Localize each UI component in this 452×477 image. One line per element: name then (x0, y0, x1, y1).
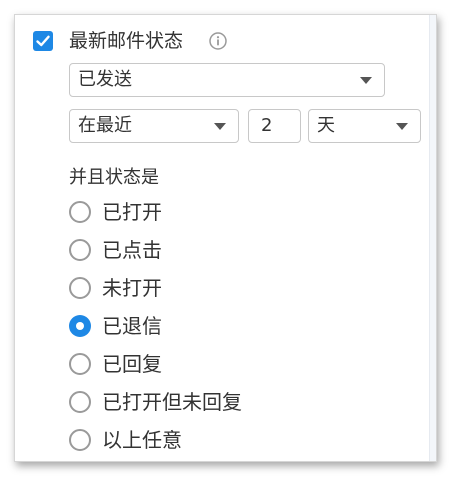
radio-button[interactable] (69, 391, 91, 413)
radio-button[interactable] (69, 353, 91, 375)
checkmark-icon (36, 35, 50, 47)
radio-label: 以上任意 (102, 428, 182, 452)
time-unit-select[interactable]: 天 (308, 109, 421, 143)
radio-button[interactable] (69, 239, 91, 261)
chevron-down-icon (396, 123, 408, 130)
radio-label: 已打开 (102, 200, 162, 224)
info-icon[interactable] (209, 32, 227, 50)
time-range-select[interactable]: 在最近 (69, 109, 239, 143)
radio-label: 未打开 (102, 276, 162, 300)
radio-label: 已打开但未回复 (102, 390, 242, 414)
filter-title: 最新邮件状态 (69, 30, 184, 52)
radio-label: 已点击 (102, 238, 162, 262)
time-count-value: 2 (261, 115, 273, 136)
mail-status-select[interactable]: 已发送 (69, 63, 385, 97)
time-unit-value: 天 (317, 115, 335, 136)
radio-button[interactable] (69, 429, 91, 451)
panel-scroll-edge (429, 15, 436, 461)
radio-button[interactable] (69, 201, 91, 223)
status-subheading: 并且状态是 (69, 167, 159, 188)
enable-filter-checkbox[interactable] (33, 31, 53, 51)
filter-panel: 最新邮件状态 已发送 在最近 2 天 并且状态是 已打开 已点击 未打开 已退信… (14, 14, 437, 462)
chevron-down-icon (360, 77, 372, 84)
mail-status-value: 已发送 (78, 69, 132, 90)
radio-label: 已回复 (102, 352, 162, 376)
time-range-value: 在最近 (78, 115, 132, 136)
radio-label: 已退信 (102, 314, 162, 338)
time-count-input[interactable]: 2 (248, 109, 301, 143)
chevron-down-icon (214, 123, 226, 130)
radio-button-selected[interactable] (69, 315, 91, 337)
radio-button[interactable] (69, 277, 91, 299)
